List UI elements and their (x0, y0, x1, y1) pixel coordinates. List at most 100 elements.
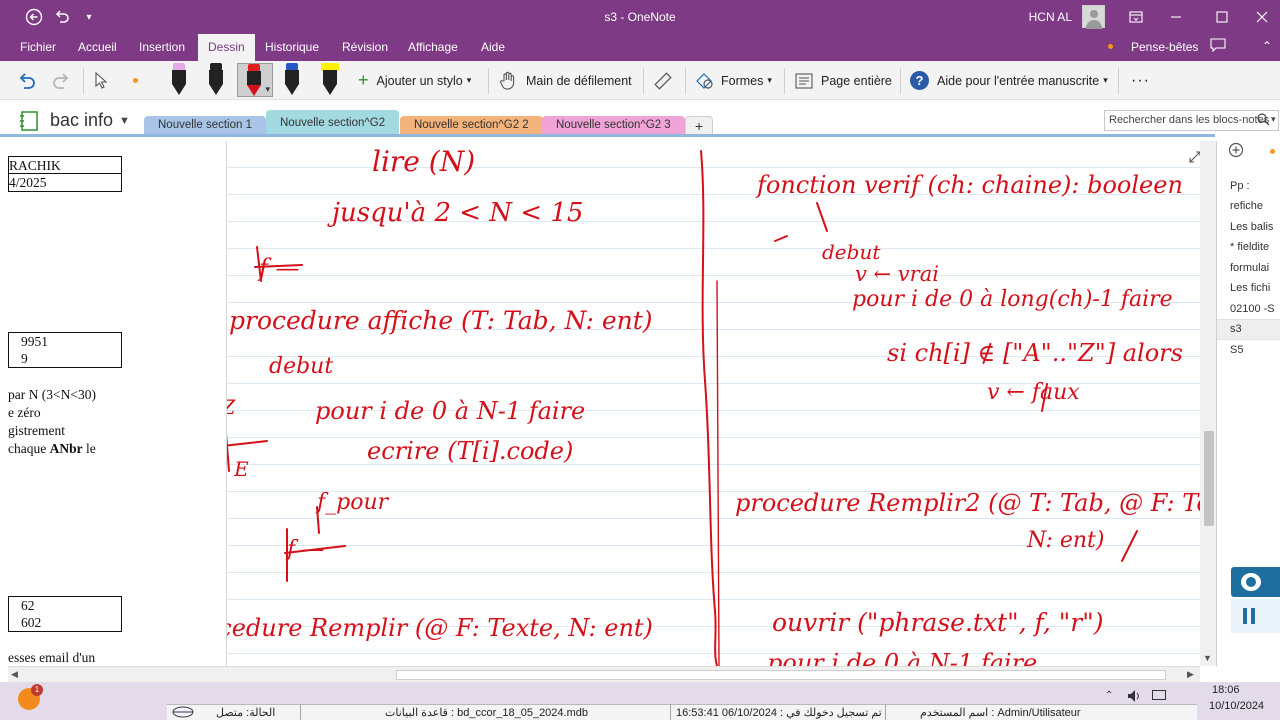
chevron-down-icon[interactable]: ▼ (119, 115, 130, 127)
scroll-thumb[interactable] (1204, 431, 1214, 526)
ink-text: f_pour (315, 490, 390, 515)
speaker-icon[interactable] (1127, 689, 1141, 706)
doc-cell: 9951 (21, 334, 48, 349)
status-text: اسم المستخدم : Admin/Utilisateur (920, 707, 1081, 719)
horizontal-scrollbar[interactable]: ◀ ▶ (8, 666, 1200, 682)
note-page-canvas[interactable]: lire (N) jusqu'à 2 < N < 15 f — procedur… (227, 141, 1200, 666)
separator (670, 704, 671, 720)
scroll-left-arrow[interactable]: ◀ (11, 669, 18, 680)
page-item[interactable]: formulai (1230, 262, 1269, 274)
ink-text: pour i de 0 à N-1 faire (767, 649, 1037, 666)
plus-icon: + (358, 70, 369, 90)
doc-table: 9951 9 (8, 332, 122, 368)
ink-text: debut (269, 354, 333, 379)
select-cursor-icon[interactable] (93, 61, 109, 100)
ink-help-label: Aide pour l'entrée manuscrite (937, 73, 1100, 88)
pen-black[interactable] (205, 63, 227, 97)
doc-table: 62 602 (8, 596, 122, 632)
page-item[interactable]: Pp : (1230, 180, 1250, 192)
vertical-scrollbar[interactable]: ▼ (1200, 141, 1216, 666)
section-tab-1[interactable]: Nouvelle section 1 (144, 116, 266, 136)
scroll-down-arrow[interactable]: ▼ (1203, 653, 1212, 663)
page-item[interactable]: * fieldite (1230, 241, 1269, 253)
add-page-icon[interactable] (1228, 142, 1244, 161)
page-item[interactable]: Les balis (1230, 221, 1273, 233)
ink-text: ecrire (T[i].code) (367, 437, 573, 465)
chevron-down-icon: ▾ (265, 84, 270, 94)
tab-affichage[interactable]: Affichage (398, 34, 468, 61)
sticky-notes-link[interactable]: Pense-bêtes (1131, 40, 1198, 54)
notification-dot (1108, 44, 1113, 49)
redo-button[interactable] (51, 61, 71, 100)
selected-page-highlight (1217, 319, 1280, 340)
separator (784, 68, 785, 94)
page-item[interactable]: Les fichi (1230, 282, 1270, 294)
ruler-icon (654, 71, 672, 90)
ink-help-button[interactable]: ? Aide pour l'entrée manuscrite ▾ (910, 61, 1108, 100)
avatar[interactable] (1082, 5, 1105, 29)
pause-button[interactable] (1231, 599, 1280, 633)
ink-text: fonction verif (ch: chaine): booleen (755, 171, 1183, 199)
more-button[interactable]: ··· (1131, 61, 1150, 100)
scroll-thumb[interactable] (396, 670, 1166, 680)
expand-page-icon[interactable] (1189, 151, 1200, 166)
section-tab-2[interactable]: Nouvelle section^G2 (266, 110, 400, 136)
separator (1118, 68, 1119, 94)
doc-cell: RACHIK (9, 157, 121, 174)
notebook-name[interactable]: bac info (50, 110, 113, 131)
shapes-button[interactable]: Formes ▾ (695, 61, 772, 100)
tab-aide[interactable]: Aide (471, 34, 515, 61)
tab-insertion[interactable]: Insertion (129, 34, 195, 61)
shapes-label: Formes (721, 73, 764, 88)
section-tab-3[interactable]: Nouvelle section^G2 2 (400, 116, 543, 136)
tab-dessin[interactable]: Dessin (198, 34, 255, 61)
comments-icon[interactable] (1210, 38, 1226, 55)
pen-pink[interactable] (168, 63, 190, 97)
minimize-icon[interactable] (1159, 0, 1193, 34)
ribbon-display-icon[interactable] (1119, 0, 1153, 34)
search-input[interactable]: Rechercher dans les blocs-notes (1104, 110, 1279, 131)
recording-widget[interactable] (1231, 567, 1280, 597)
chevron-down-icon[interactable]: ▾ (1271, 114, 1276, 125)
tab-accueil[interactable]: Accueil (68, 34, 127, 61)
pan-hand-button[interactable]: Main de défilement (499, 61, 632, 100)
ink-text: procedure Remplir2 (@ T: Tab, @ F: Texte (735, 489, 1200, 517)
doc-text-line: par N (3<N<30) (8, 387, 96, 402)
user-name[interactable]: HCN AL (1029, 10, 1072, 24)
scroll-right-arrow[interactable]: ▶ (1187, 669, 1194, 680)
separator (83, 68, 84, 94)
add-pen-button[interactable]: + Ajouter un stylo ▾ (358, 61, 471, 100)
doc-cell: 4/2025 (9, 175, 47, 190)
lasso-dot-icon[interactable] (133, 78, 138, 83)
title-bar: ▾ s3 - OneNote HCN AL (0, 0, 1280, 34)
separator (300, 704, 301, 720)
close-icon[interactable] (1245, 0, 1279, 34)
highlighter-yellow[interactable] (316, 63, 344, 97)
doc-cell: 62 (21, 598, 35, 613)
battery-icon[interactable] (1152, 690, 1166, 700)
full-page-button[interactable]: Page entière (795, 61, 892, 100)
page-item-selected[interactable]: s3 (1230, 323, 1242, 335)
tab-fichier[interactable]: Fichier (10, 34, 66, 61)
expand-ribbon-icon[interactable]: ⌃ (1262, 39, 1272, 53)
clock-time[interactable]: 18:06 (1212, 684, 1240, 696)
maximize-icon[interactable] (1205, 0, 1239, 34)
tray-chevron-icon[interactable]: ⌃ (1105, 690, 1113, 701)
pen-red[interactable]: ▾ (237, 63, 273, 97)
ink-text: N: ent) (1026, 528, 1104, 553)
add-section-button[interactable]: + (685, 116, 714, 136)
tab-historique[interactable]: Historique (255, 34, 329, 61)
page-item[interactable]: refiche (1230, 200, 1263, 212)
pen-blue[interactable] (281, 63, 303, 97)
doc-text-line: esses email d'un (8, 650, 96, 665)
ruler-button[interactable] (653, 61, 673, 100)
ink-text: procedure Remplir (@ F: Texte, N: ent) (227, 614, 653, 642)
tab-revision[interactable]: Révision (332, 34, 398, 61)
clock-date[interactable]: 10/10/2024 (1209, 700, 1264, 712)
page-item[interactable]: S5 (1230, 344, 1243, 356)
section-tab-4[interactable]: Nouvelle section^G2 3 (542, 116, 685, 136)
undo-button[interactable] (17, 61, 37, 100)
search-icon[interactable] (1257, 113, 1270, 129)
page-item[interactable]: 02100 -S (1230, 303, 1275, 315)
separator (488, 68, 489, 94)
